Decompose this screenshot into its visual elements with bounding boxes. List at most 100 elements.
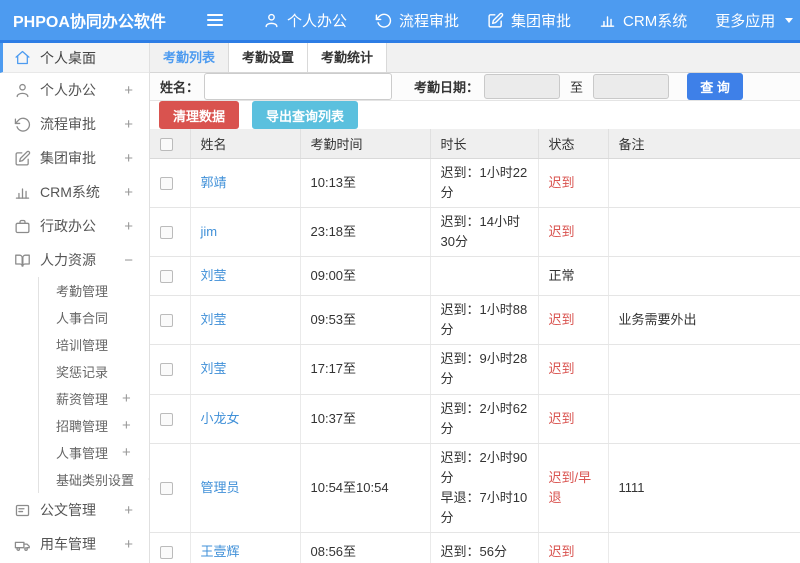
nav-item[interactable]: 个人办公 <box>263 10 347 31</box>
nav-item-label: 个人办公 <box>287 12 348 30</box>
row-checkbox[interactable] <box>160 176 173 190</box>
expand-toggle-icon[interactable]: + <box>122 390 131 407</box>
table-row: 刘莹 09:00至 正常 <box>150 256 800 297</box>
home-icon <box>14 49 31 66</box>
row-checkbox[interactable] <box>160 270 173 284</box>
expand-toggle-icon[interactable]: + <box>124 150 133 167</box>
sidebar-subitem[interactable]: 招聘管理 + <box>39 412 149 439</box>
tab[interactable]: 考勤列表 <box>150 43 230 72</box>
time-cell: 10:13至 <box>300 158 431 208</box>
employee-name-link[interactable]: jim <box>201 224 218 239</box>
employee-name-link[interactable]: 郭靖 <box>201 175 227 190</box>
sidebar-item[interactable]: 人力资源 − <box>0 243 149 277</box>
sidebar-subitem[interactable]: 考勤管理 <box>39 277 149 304</box>
expand-toggle-icon[interactable]: + <box>124 184 133 201</box>
expand-toggle-icon[interactable]: + <box>124 536 133 553</box>
expand-toggle-icon[interactable]: + <box>124 82 133 99</box>
sidebar-item-label: 人力资源 <box>40 252 96 268</box>
time-cell: 08:56至 <box>300 532 431 563</box>
sidebar-item-label: 流程审批 <box>40 116 96 132</box>
sidebar-item-label: 集团审批 <box>40 150 96 166</box>
time-cell: 23:18至 <box>300 207 431 258</box>
nav-item[interactable]: 更多应用 <box>715 10 794 31</box>
employee-name-link[interactable]: 刘莹 <box>201 268 227 283</box>
sidebar-item-label: 个人桌面 <box>40 49 96 66</box>
sidebar-subitem[interactable]: 基础类别设置 + <box>39 466 149 493</box>
sidebar-item[interactable]: 个人办公 + <box>0 73 149 107</box>
employee-name-link[interactable]: 刘莹 <box>201 312 227 327</box>
employee-name-link[interactable]: 刘莹 <box>201 361 227 376</box>
name-input[interactable] <box>204 73 393 100</box>
sidebar-item[interactable]: 个人桌面 <box>0 43 149 73</box>
clear-data-button[interactable]: 清理数据 <box>159 101 240 129</box>
duration-line1: 迟到：2小时62分 <box>440 400 528 436</box>
hamburger-menu-icon[interactable] <box>207 14 223 26</box>
sidebar-subitem[interactable]: 人事管理 + <box>39 439 149 466</box>
row-checkbox[interactable] <box>160 412 173 426</box>
status-badge: 迟到 <box>548 361 575 377</box>
note-cell <box>608 207 800 258</box>
sidebar-subitem-label: 招聘管理 <box>56 419 109 434</box>
duration-cell: 迟到：56分 <box>430 532 539 563</box>
expand-toggle-icon[interactable]: + <box>124 218 133 235</box>
expand-toggle-icon[interactable]: + <box>122 417 131 434</box>
date-from-input[interactable] <box>484 74 561 99</box>
expand-toggle-icon[interactable]: + <box>124 116 133 133</box>
query-button[interactable]: 查 询 <box>687 73 744 100</box>
sidebar-subitem[interactable]: 人事合同 <box>39 304 149 331</box>
duration-line1: 迟到：1小时88分 <box>440 302 528 338</box>
row-checkbox[interactable] <box>160 482 173 496</box>
status-badge: 迟到 <box>548 174 575 190</box>
nav-item[interactable]: CRM系统 <box>599 10 687 31</box>
car-icon <box>14 536 31 553</box>
sidebar-item[interactable]: 公文管理 + <box>0 493 149 527</box>
expand-toggle-icon[interactable]: + <box>124 502 133 519</box>
row-checkbox[interactable] <box>160 546 173 560</box>
duration-cell: 迟到：14小时30分 <box>430 207 539 258</box>
sidebar-item-label: 用车管理 <box>40 536 96 552</box>
expand-toggle-icon[interactable]: − <box>124 252 133 269</box>
time-cell: 09:53至 <box>300 295 431 346</box>
top-navbar: PHPOA协同办公软件 个人办公 流程审批 集团审批 CRM系统 更多应用 <box>0 0 800 40</box>
sidebar-item[interactable]: 流程审批 + <box>0 107 149 141</box>
sidebar-subitem[interactable]: 奖惩记录 <box>39 358 149 385</box>
nav-item[interactable]: 集团审批 <box>487 10 571 31</box>
tab-bar: 考勤列表 考勤设置 考勤统计 <box>150 43 800 73</box>
nav-item-label: 更多应用 <box>715 12 776 30</box>
employee-name-link[interactable]: 王壹辉 <box>201 544 240 559</box>
sidebar-item[interactable]: 用车管理 + <box>0 527 149 561</box>
sidebar-subitem[interactable]: 培训管理 <box>39 331 149 358</box>
table-row: 郭靖 10:13至 迟到：1小时22分 迟到 <box>150 158 800 208</box>
row-checkbox[interactable] <box>160 225 173 239</box>
sidebar-item[interactable]: 行政办公 + <box>0 209 149 243</box>
document-icon <box>14 502 31 519</box>
header-time: 考勤时间 <box>300 129 431 159</box>
nav-item[interactable]: 流程审批 <box>375 10 459 31</box>
expand-toggle-icon[interactable]: + <box>122 444 131 461</box>
bar-chart-icon <box>14 184 31 201</box>
sidebar-item[interactable]: 集团审批 + <box>0 141 149 175</box>
employee-name-link[interactable]: 小龙女 <box>201 411 240 426</box>
rotate-arrow-icon <box>375 12 392 29</box>
row-checkbox[interactable] <box>160 314 173 328</box>
select-all-checkbox[interactable] <box>160 137 173 151</box>
tab[interactable]: 考勤统计 <box>308 43 388 72</box>
status-badge: 迟到/早退 <box>548 470 592 506</box>
duration-line1: 迟到：9小时28分 <box>440 351 528 387</box>
table-row: 管理员 10:54至10:54 迟到：2小时90分 早退：7小时10分 迟到/早… <box>150 443 800 534</box>
caret-down-icon <box>785 17 794 23</box>
name-label: 姓名： <box>160 80 200 95</box>
tab[interactable]: 考勤设置 <box>229 43 309 72</box>
time-cell: 10:54至10:54 <box>300 443 431 534</box>
time-cell: 09:00至 <box>300 256 431 297</box>
note-cell <box>608 256 800 297</box>
date-to-input[interactable] <box>593 74 670 99</box>
employee-name-link[interactable]: 管理员 <box>201 480 240 495</box>
row-checkbox[interactable] <box>160 363 173 377</box>
export-list-button[interactable]: 导出查询列表 <box>252 101 359 129</box>
bar-chart-icon <box>599 12 616 29</box>
sidebar-item[interactable]: CRM系统 + <box>0 175 149 209</box>
sidebar-item-label: 公文管理 <box>40 502 96 518</box>
table-header-row: 姓名 考勤时间 时长 状态 备注 <box>150 129 800 159</box>
sidebar-subitem[interactable]: 薪资管理 + <box>39 385 149 412</box>
